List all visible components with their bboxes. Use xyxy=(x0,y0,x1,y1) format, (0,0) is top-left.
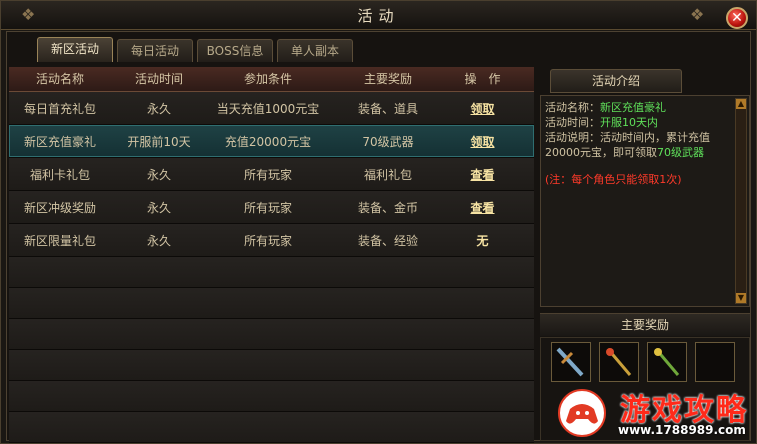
scroll-up-icon[interactable]: ▲ xyxy=(736,99,746,109)
watermark-url: www.1788989.com xyxy=(618,423,746,437)
activity-time: 永久 xyxy=(146,101,171,116)
empty-row xyxy=(9,288,534,319)
action-none: 无 xyxy=(476,233,489,248)
reward-slot[interactable] xyxy=(551,342,591,382)
gamepad-logo-icon xyxy=(558,389,606,437)
table-row[interactable]: 新区冲级奖励 永久 所有玩家 装备、金币 查看 xyxy=(9,191,534,224)
empty-row xyxy=(9,381,534,412)
empty-row xyxy=(9,412,534,443)
activity-time: 开服前10天 xyxy=(127,134,191,149)
table-row-selected[interactable]: 新区充值豪礼 开服前10天 充值20000元宝 70级武器 领取 xyxy=(9,125,534,158)
rewards-header: 主要奖励 xyxy=(540,313,750,336)
tab-bar: 新区活动 每日活动 BOSS信息 单人副本 xyxy=(37,37,353,63)
column-header: 操 作 xyxy=(464,72,501,86)
column-header: 主要奖励 xyxy=(363,72,412,86)
intro-time-value: 开服10天内 xyxy=(600,116,658,129)
activity-reward: 福利礼包 xyxy=(363,167,412,182)
intro-header: 活动介绍 xyxy=(550,69,682,93)
activity-time: 永久 xyxy=(146,200,171,215)
close-icon[interactable]: ✕ xyxy=(726,7,748,29)
activity-condition: 充值20000元宝 xyxy=(224,134,312,149)
activity-reward: 装备、经验 xyxy=(357,233,418,248)
sword-icon xyxy=(556,347,584,377)
intro-time-label: 活动时间： xyxy=(545,116,600,129)
intro-box: 活动名称：新区充值豪礼 活动时间：开服10天内 活动说明：活动时间内，累计充值2… xyxy=(540,95,750,307)
table-header: 活动名称 活动时间 参加条件 主要奖励 操 作 xyxy=(9,67,534,92)
intro-name-label: 活动名称： xyxy=(545,101,600,114)
reward-slot[interactable] xyxy=(647,342,687,382)
activity-reward: 装备、金币 xyxy=(357,200,418,215)
activity-time: 永久 xyxy=(146,233,171,248)
watermark: 游戏攻略 www.1788989.com xyxy=(554,381,754,443)
wand-icon xyxy=(654,348,680,376)
scroll-down-icon[interactable]: ▼ xyxy=(736,293,746,303)
activity-condition: 当天充值1000元宝 xyxy=(216,101,320,116)
intro-note: (注：每个角色只能领取1次) xyxy=(545,173,682,186)
staff-icon xyxy=(606,348,632,376)
scrollbar[interactable]: ▲ ▼ xyxy=(735,98,747,304)
empty-row xyxy=(9,319,534,350)
activity-window: ❖ 活动 ❖ ✕ 新区活动 每日活动 BOSS信息 单人副本 活动名称 活动时间… xyxy=(0,0,757,444)
table-row[interactable]: 福利卡礼包 永久 所有玩家 福利礼包 查看 xyxy=(9,158,534,191)
ornament-icon: ❖ xyxy=(690,5,705,24)
tab-new-server[interactable]: 新区活动 xyxy=(37,37,113,62)
claim-link[interactable]: 领取 xyxy=(470,135,494,149)
activity-table: 活动名称 活动时间 参加条件 主要奖励 操 作 每日首充礼包 永久 当天充值10… xyxy=(9,67,534,443)
empty-row xyxy=(9,257,534,288)
activity-reward: 70级武器 xyxy=(362,134,414,149)
intro-desc-label: 活动说明： xyxy=(545,131,600,144)
intro-name-value: 新区充值豪礼 xyxy=(600,101,666,114)
activity-name: 新区冲级奖励 xyxy=(23,200,96,215)
tab-daily[interactable]: 每日活动 xyxy=(117,39,193,62)
activity-condition: 所有玩家 xyxy=(243,233,292,248)
column-header: 活动名称 xyxy=(35,72,84,86)
table-row[interactable]: 每日首充礼包 永久 当天充值1000元宝 装备、道具 领取 xyxy=(9,92,534,125)
claim-link[interactable]: 领取 xyxy=(470,102,494,116)
reward-slot[interactable] xyxy=(695,342,735,382)
column-header: 活动时间 xyxy=(134,72,183,86)
activity-condition: 所有玩家 xyxy=(243,200,292,215)
table-row[interactable]: 新区限量礼包 永久 所有玩家 装备、经验 无 xyxy=(9,224,534,257)
tab-solo-dungeon[interactable]: 单人副本 xyxy=(277,39,353,62)
activity-name: 每日首充礼包 xyxy=(23,101,96,116)
reward-slot[interactable] xyxy=(599,342,639,382)
empty-row xyxy=(9,350,534,381)
activity-reward: 装备、道具 xyxy=(357,101,418,116)
view-link[interactable]: 查看 xyxy=(470,168,494,182)
title-bar: ❖ 活动 ❖ ✕ xyxy=(1,1,756,30)
view-link[interactable]: 查看 xyxy=(470,201,494,215)
intro-desc-highlight: 70级武器 xyxy=(657,146,704,159)
column-header: 参加条件 xyxy=(243,72,292,86)
intro-text: 活动名称：新区充值豪礼 活动时间：开服10天内 活动说明：活动时间内，累计充值2… xyxy=(545,100,731,187)
activity-condition: 所有玩家 xyxy=(243,167,292,182)
activity-name: 新区限量礼包 xyxy=(23,233,96,248)
activity-name: 新区充值豪礼 xyxy=(23,134,96,149)
activity-name: 福利卡礼包 xyxy=(29,167,90,182)
activity-time: 永久 xyxy=(146,167,171,182)
window-title: 活动 xyxy=(357,7,400,25)
tab-boss[interactable]: BOSS信息 xyxy=(197,39,273,62)
